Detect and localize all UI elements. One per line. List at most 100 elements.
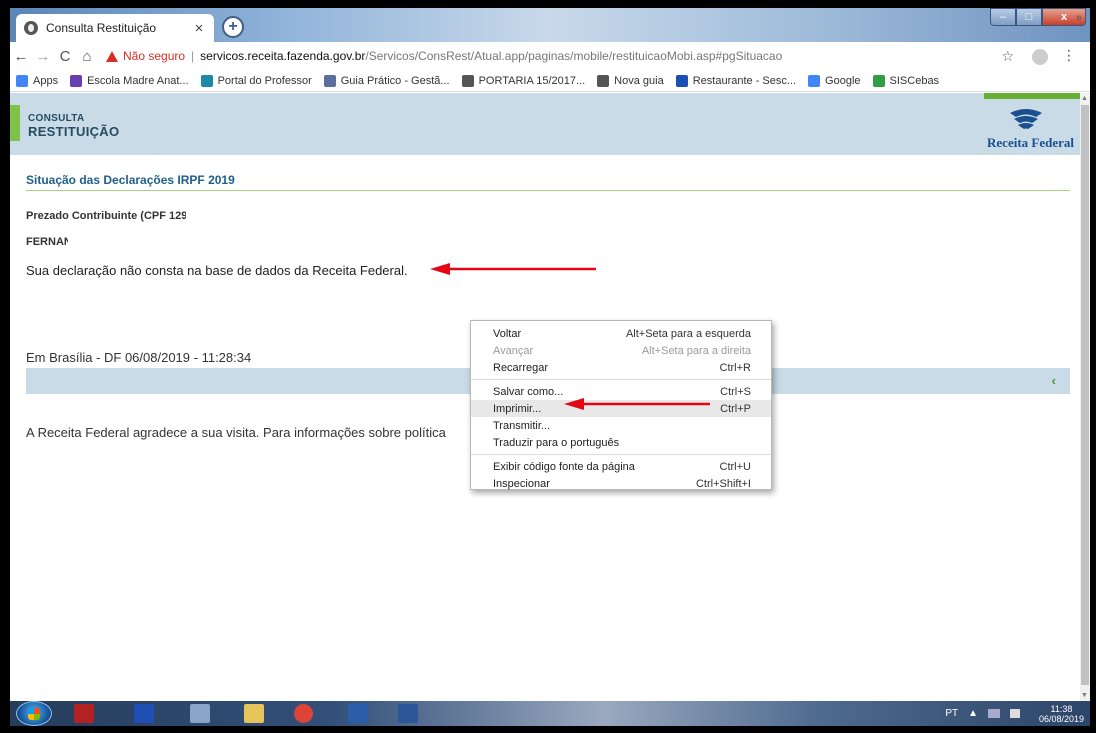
bookmark-item[interactable]: Apps <box>16 74 59 87</box>
globe-icon <box>24 21 38 35</box>
scroll-up-icon[interactable]: ▲ <box>1081 95 1088 102</box>
bookmark-favicon-icon <box>461 74 474 87</box>
section-divider <box>26 190 1070 191</box>
maximize-button[interactable]: □ <box>1016 8 1042 26</box>
browser-window: Consulta Restituição × + – □ x ← → C ⌂ N… <box>10 8 1090 726</box>
bookmark-item[interactable]: Escola Madre Anat... <box>70 74 189 87</box>
browser-menu-icon[interactable]: ⋮ <box>1062 47 1076 64</box>
browser-tab[interactable]: Consulta Restituição × <box>16 14 214 42</box>
context-menu-item[interactable]: Transmitir... <box>471 417 771 434</box>
site-header: CONSULTA RESTITUIÇÃO Receita Federal <box>10 93 1080 155</box>
taskbar-clock[interactable]: 11:38 06/08/2019 <box>1039 704 1084 724</box>
address-bar[interactable]: Não seguro | servicos.receita.fazenda.go… <box>106 45 1036 67</box>
bookmark-label: Nova guia <box>614 74 664 87</box>
logo-text: Receita Federal <box>987 135 1074 150</box>
bookmark-item[interactable]: SISCebas <box>872 74 940 87</box>
bookmark-item[interactable]: Google <box>808 74 861 87</box>
menu-item-shortcut: Ctrl+Shift+I <box>695 477 751 490</box>
start-button[interactable] <box>16 701 52 726</box>
minimize-button[interactable]: – <box>990 8 1016 26</box>
scrollbar-thumb[interactable] <box>1081 105 1089 685</box>
menu-item-shortcut: Ctrl+U <box>719 460 751 473</box>
back-arrow-icon[interactable]: ← <box>10 48 32 65</box>
not-secure-label[interactable]: Não seguro <box>123 49 185 63</box>
bookmark-label: PORTARIA 15/2017... <box>478 74 586 87</box>
bookmarks-bar: Apps Escola Madre Anat... Portal do Profes… <box>10 70 1090 92</box>
word-icon[interactable] <box>398 704 418 723</box>
redaction-box <box>186 207 270 223</box>
menu-separator <box>471 454 771 455</box>
app-icon-red[interactable] <box>74 704 94 723</box>
thanks-message: A Receita Federal agradece a sua visita.… <box>26 425 446 440</box>
new-tab-button[interactable]: + <box>222 16 244 38</box>
clock-date: 06/08/2019 <box>1038 714 1084 724</box>
app-icon-d[interactable] <box>134 704 154 723</box>
menu-item-shortcut: Alt+Seta para a direita <box>641 344 751 357</box>
receita-federal-logo[interactable]: Receita Federal <box>984 107 1074 151</box>
reload-icon[interactable]: C <box>54 48 76 65</box>
apps-grid-icon <box>16 74 28 87</box>
forward-arrow-icon[interactable]: → <box>32 48 54 65</box>
window-controls: – □ x <box>990 8 1086 26</box>
bookmark-item[interactable]: Guia Prático - Gestã... <box>323 74 450 87</box>
powershell-icon[interactable] <box>348 704 368 723</box>
explorer-folder-icon[interactable] <box>244 704 264 723</box>
menu-item-shortcut: Alt+Seta para a esquerda <box>625 327 751 340</box>
url-path: /Servicos/ConsRest/Atual.app/paginas/mob… <box>365 49 783 63</box>
network-icon[interactable] <box>988 709 1000 718</box>
bookmark-favicon-icon <box>872 74 885 87</box>
bookmark-item[interactable]: PORTARIA 15/2017... <box>461 74 586 87</box>
bookmark-star-icon[interactable]: ☆ <box>1001 48 1014 65</box>
bookmark-label: Apps <box>33 74 59 87</box>
bookmark-favicon-icon <box>323 74 336 87</box>
taxpayer-name: FERNAN <box>26 236 72 248</box>
bookmark-label: SISCebas <box>889 74 940 87</box>
context-menu-item: Avançar Alt+Seta para a direita <box>471 342 771 359</box>
status-message: Sua declaração não consta na base de dad… <box>26 263 408 278</box>
volume-icon[interactable] <box>1010 709 1020 718</box>
context-menu-item[interactable]: Traduzir para o português <box>471 434 771 451</box>
menu-item-label: Exibir código fonte da página <box>493 460 635 473</box>
bookmark-item[interactable]: Portal do Professor <box>200 74 312 87</box>
bookmark-favicon-icon <box>70 74 83 87</box>
tray-expand-icon[interactable]: ▲ <box>968 708 978 719</box>
calculator-icon[interactable] <box>190 704 210 723</box>
tab-title: Consulta Restituição <box>46 21 157 35</box>
clock-time: 11:38 <box>1050 704 1073 714</box>
profile-avatar-icon[interactable] <box>1032 49 1048 65</box>
annotation-arrow <box>564 398 710 410</box>
section-title: Situação das Declarações IRPF 2019 <box>26 173 235 187</box>
context-menu-item[interactable]: Inspecionar Ctrl+Shift+I <box>471 475 771 492</box>
bookmark-favicon-icon <box>675 74 688 87</box>
context-menu-item[interactable]: Recarregar Ctrl+R <box>471 359 771 376</box>
place-and-timestamp: Em Brasília - DF 06/08/2019 - 11:28:34 <box>26 350 252 365</box>
tab-close-icon[interactable]: × <box>192 20 206 37</box>
chevron-left-icon[interactable]: ‹ <box>1052 373 1056 388</box>
vertical-scrollbar[interactable]: ▲ ▼ <box>1080 93 1090 701</box>
bookmark-item[interactable]: Restaurante - Sesc... <box>675 74 796 87</box>
warning-icon[interactable] <box>106 50 118 62</box>
language-indicator[interactable]: PT <box>945 708 958 719</box>
bookmarks-overflow-icon[interactable]: » <box>1076 12 1082 24</box>
home-icon[interactable]: ⌂ <box>76 48 98 65</box>
scroll-down-icon[interactable]: ▼ <box>1081 692 1088 699</box>
menu-item-label: Avançar <box>493 344 534 357</box>
context-menu-item[interactable]: Exibir código fonte da página Ctrl+U <box>471 458 771 475</box>
menu-item-shortcut: Ctrl+R <box>719 361 751 374</box>
menu-separator <box>471 379 771 380</box>
bookmark-favicon-icon <box>808 74 821 87</box>
bookmark-item[interactable]: Nova guia <box>597 74 664 87</box>
annotation-arrow <box>430 263 596 275</box>
bookmark-favicon-icon <box>597 74 610 87</box>
bookmark-label: Portal do Professor <box>217 74 312 87</box>
logo-accent-bar <box>984 93 1080 99</box>
receita-federal-emblem-icon <box>1010 109 1042 129</box>
bookmark-favicon-icon <box>200 74 213 87</box>
menu-item-label: Traduzir para o português <box>493 436 620 449</box>
menu-item-label: Imprimir... <box>493 402 542 415</box>
browser-toolbar: ← → C ⌂ Não seguro | servicos.receita.fa… <box>10 42 1090 70</box>
chrome-icon[interactable] <box>294 704 313 723</box>
menu-item-shortcut: Ctrl+S <box>720 385 751 398</box>
context-menu-item[interactable]: Voltar Alt+Seta para a esquerda <box>471 325 771 342</box>
site-title-small: CONSULTA <box>28 113 85 124</box>
